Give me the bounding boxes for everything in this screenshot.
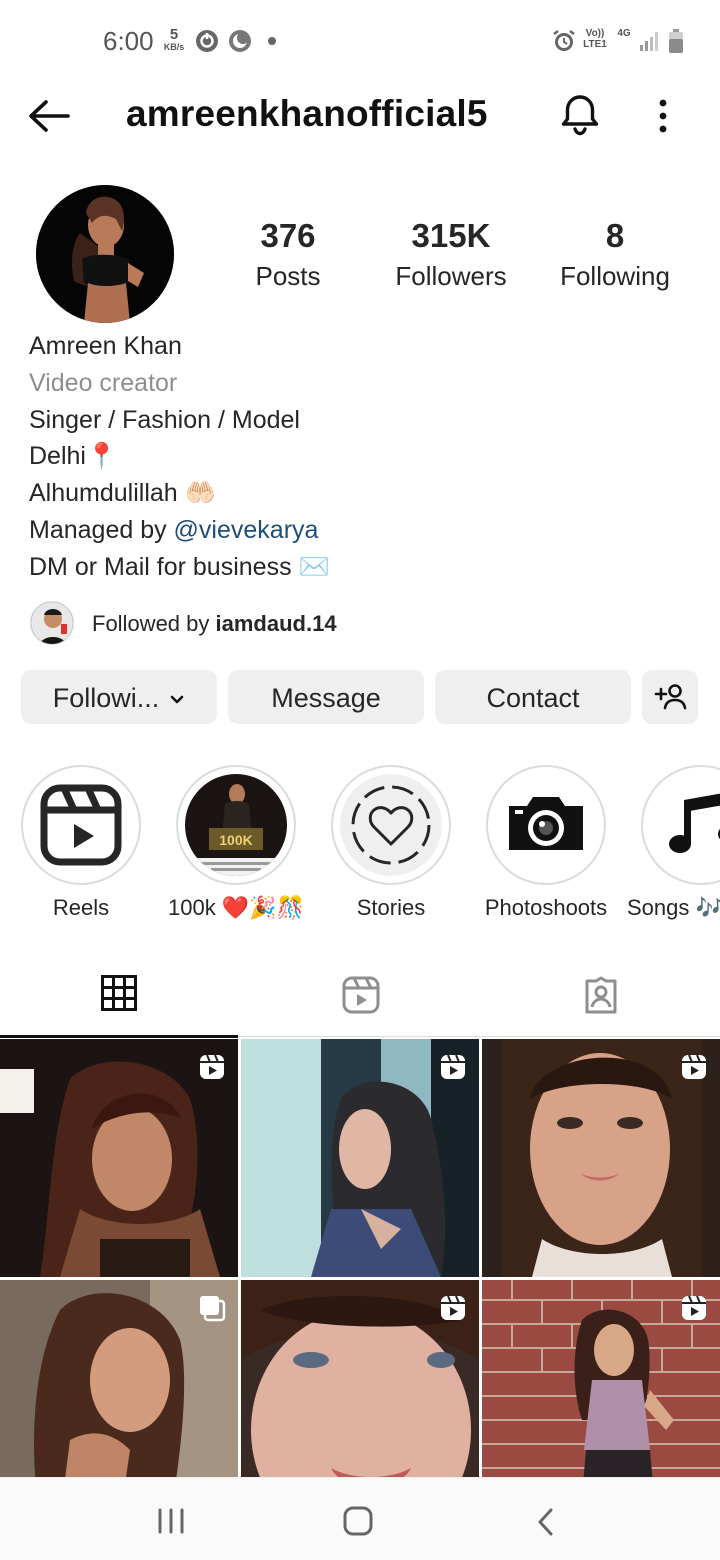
followed-by-row[interactable]: Followed by iamdaud.14 (30, 601, 530, 645)
tagged-icon (585, 976, 617, 1014)
profile-tabs (0, 955, 720, 1038)
tab-posts[interactable] (0, 955, 240, 1038)
posts-count[interactable]: 376 Posts (238, 216, 338, 296)
profile-username: amreenkhanofficial5 (126, 93, 488, 134)
profile-avatar[interactable] (36, 185, 174, 323)
mutual-follower-avatar (30, 601, 74, 645)
highlight-label: Songs 🎶 (627, 895, 720, 920)
status-bar: 6:00 5 KB/s Vo)) LTE1 4G (0, 0, 720, 84)
music-note-icon (669, 793, 720, 853)
bio-line: Delhi📍 (29, 442, 118, 471)
battery-icon (669, 29, 683, 53)
more-vertical-icon[interactable] (648, 94, 678, 138)
network-speed: 5 KB/s (163, 26, 185, 52)
highlight-100k[interactable]: 100K 100k ❤️🎉🎊 (168, 765, 304, 920)
alarm-icon (553, 30, 575, 51)
highlight-stories[interactable]: Stories (331, 765, 451, 920)
highlight-songs[interactable]: Songs 🎶 (627, 765, 720, 920)
sync-icon (196, 30, 218, 52)
add-person-icon (654, 684, 687, 710)
system-navigation-bar (0, 1477, 720, 1560)
post-thumbnail[interactable] (482, 1280, 720, 1477)
night-mode-icon (229, 30, 251, 52)
reel-badge-icon (200, 1054, 224, 1079)
post-thumbnail[interactable] (241, 1039, 479, 1277)
contact-button[interactable]: Contact (435, 670, 631, 724)
reel-badge-icon (441, 1054, 465, 1079)
carousel-badge-icon (200, 1296, 226, 1322)
highlight-label: Photoshoots (484, 895, 608, 920)
profile-header: amreenkhanofficial5 (0, 84, 720, 148)
following-button[interactable]: Followi... (21, 670, 217, 724)
post-thumbnail[interactable] (0, 1039, 238, 1277)
chevron-down-icon (170, 695, 184, 704)
reel-badge-icon (682, 1054, 706, 1079)
suggested-users-button[interactable] (642, 670, 698, 724)
post-thumbnail[interactable] (0, 1280, 238, 1477)
arrow-left-icon[interactable] (26, 96, 72, 136)
post-thumbnail[interactable] (241, 1280, 479, 1477)
followed-by-text: Followed by iamdaud.14 (92, 611, 337, 636)
status-time: 6:00 (103, 26, 154, 56)
bio-managed-line: Managed by @vievekarya (29, 515, 319, 544)
tab-tagged[interactable] (480, 955, 720, 1037)
profile-category: Video creator (29, 368, 178, 397)
posts-grid (0, 1039, 720, 1477)
reels-icon (342, 976, 380, 1014)
grid-icon (101, 975, 137, 1011)
following-count[interactable]: 8 Following (552, 216, 678, 296)
bio-line: Alhumdulillah 🤲🏻 (29, 479, 216, 508)
mobile-data-indicator: 4G (617, 28, 631, 39)
camera-icon (509, 797, 583, 850)
profile-bio: Amreen Khan Video creator Singer / Fashi… (29, 328, 689, 586)
bell-icon[interactable] (558, 92, 602, 138)
highlight-reels[interactable]: Reels (21, 765, 141, 920)
recent-apps-icon[interactable] (156, 1508, 186, 1534)
signal-icon (640, 32, 658, 51)
bio-line: Singer / Fashion / Model (29, 405, 300, 434)
reel-badge-icon (441, 1295, 465, 1320)
bio-line: DM or Mail for business ✉️ (29, 552, 330, 581)
highlight-photoshoots[interactable]: Photoshoots (485, 765, 607, 920)
notification-dot (268, 37, 276, 45)
heart-icon (351, 785, 431, 865)
message-button[interactable]: Message (228, 670, 424, 724)
home-icon[interactable] (343, 1506, 373, 1536)
reels-icon (40, 784, 122, 866)
tab-reels[interactable] (240, 955, 480, 1037)
mention-link[interactable]: @vievekarya (174, 516, 319, 544)
svg-text:100K: 100K (219, 832, 252, 848)
reel-badge-icon (682, 1295, 706, 1320)
post-thumbnail[interactable] (482, 1039, 720, 1277)
profile-name: Amreen Khan (29, 332, 182, 360)
followers-count[interactable]: 315K Followers (388, 216, 514, 296)
highlight-thumbnail: 100K (185, 774, 287, 876)
volte-indicator: Vo)) LTE1 (583, 28, 607, 50)
back-nav-icon[interactable] (536, 1507, 556, 1537)
